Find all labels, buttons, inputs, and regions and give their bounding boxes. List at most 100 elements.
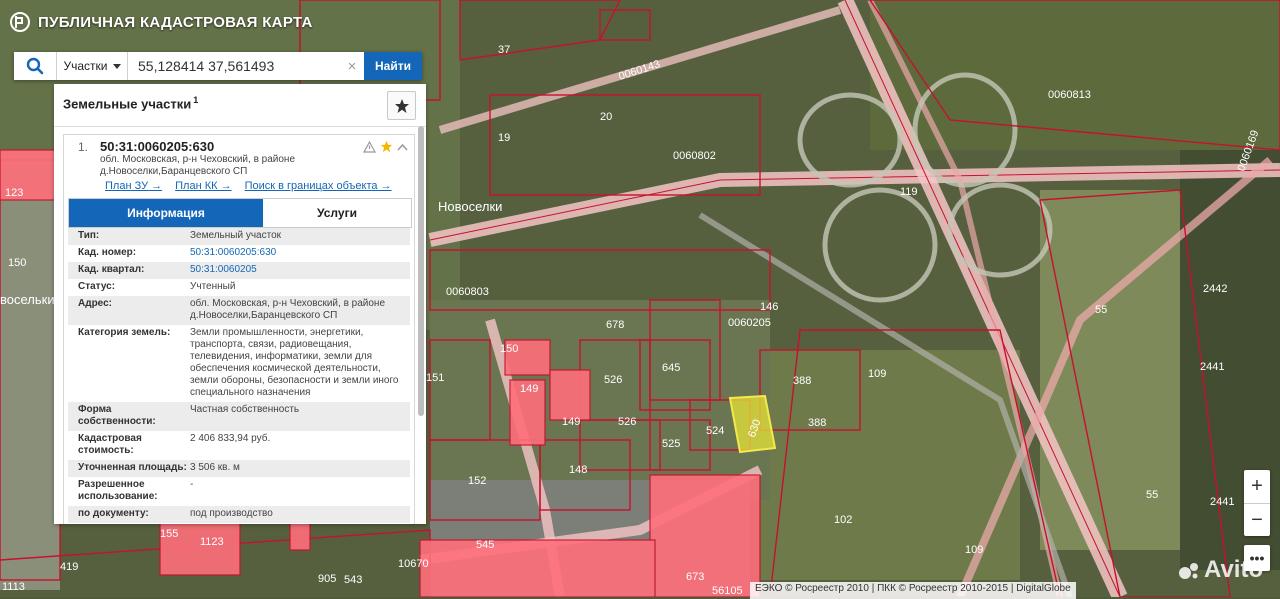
map-label-149b: 149 xyxy=(562,416,580,428)
avito-logo-icon xyxy=(1179,563,1198,579)
map-label-quarter-0060813: 0060813 xyxy=(1048,89,1091,101)
map-label-150b: 150 xyxy=(8,257,26,269)
map-label-149a: 149 xyxy=(520,383,538,395)
info-key: Тип: xyxy=(78,230,100,241)
result-tabs: Информация Услуги xyxy=(68,198,412,228)
info-row-type: Тип: Земельный участок xyxy=(68,228,410,245)
map-label-quarter-0060205: 0060205 xyxy=(728,317,771,329)
info-row-address: Адрес: обл. Московская, р-н Чеховский, в… xyxy=(68,296,410,325)
results-count: 1 xyxy=(193,95,199,105)
map-attribution: ЕЭКО © Росреестр 2010 | ПКК © Росреестр … xyxy=(750,582,1076,599)
map-label-645: 645 xyxy=(662,362,680,374)
map-label-37: 37 xyxy=(498,44,510,56)
search-icon xyxy=(26,57,44,75)
warning-icon[interactable] xyxy=(363,140,376,153)
map-label-151: 151 xyxy=(426,372,444,384)
map-label-109b: 109 xyxy=(965,544,983,556)
info-row-permitted-use: Разрешенное использование: - xyxy=(68,477,410,506)
zoom-in-button[interactable]: + xyxy=(1244,470,1270,504)
find-button[interactable]: Найти xyxy=(364,52,422,80)
map-label-quarter-0060803: 0060803 xyxy=(446,286,489,298)
panel-title: Земельные участки 1 xyxy=(63,95,198,111)
result-address: обл. Московская, р-н Чеховский, в районе… xyxy=(100,154,296,177)
clear-search-icon[interactable]: × xyxy=(340,52,364,80)
map-label-673: 673 xyxy=(686,571,704,583)
info-row-ownership: Форма собственности: Частная собственнос… xyxy=(68,402,410,431)
search-bar: Участки × Найти xyxy=(14,52,422,80)
map-label-quarter-0060802: 0060802 xyxy=(673,150,716,162)
tab-information[interactable]: Информация xyxy=(69,199,263,227)
app-header: ПУБЛИЧНАЯ КАДАСТРОВАЯ КАРТА xyxy=(10,12,313,32)
map-label-2441b: 2441 xyxy=(1210,496,1234,508)
chevron-up-icon[interactable] xyxy=(397,143,408,151)
map-label-148: 148 xyxy=(569,464,587,476)
star-icon xyxy=(394,98,409,113)
info-table: Тип: Земельный участок Кад. номер: 50:31… xyxy=(68,228,410,523)
link-search-in-bounds[interactable]: Поиск в границах объекта → xyxy=(245,180,392,192)
info-key: Разрешенное использование: xyxy=(78,479,158,502)
map-label-388a: 388 xyxy=(793,375,811,387)
tab-services[interactable]: Услуги xyxy=(263,199,411,227)
map-label-419: 419 xyxy=(60,561,78,573)
map-label-settlement: Новоселки xyxy=(438,199,502,214)
map-label-123: 123 xyxy=(5,187,23,199)
map-label-56105: 56105 xyxy=(712,585,743,597)
object-type-select[interactable]: Участки xyxy=(57,52,128,80)
object-type-value: Участки xyxy=(63,59,108,73)
info-value: - xyxy=(190,479,194,490)
favorites-button[interactable] xyxy=(387,91,416,120)
map-label-526b: 526 xyxy=(618,416,636,428)
search-button[interactable] xyxy=(14,52,57,80)
map-label-2441a: 2441 xyxy=(1200,361,1224,373)
map-label-905: 905 xyxy=(318,573,336,585)
map-label-678: 678 xyxy=(606,319,624,331)
watermark-text: Avito xyxy=(1204,556,1264,583)
map-label-settlement-left: восельки xyxy=(0,292,55,307)
info-row-land-category: Категория земель: Земли промышленности, … xyxy=(68,325,410,402)
map-label-150a: 150 xyxy=(500,343,518,355)
search-input[interactable] xyxy=(128,52,340,80)
info-row-cadastral-number: Кад. номер: 50:31:0060205:630 xyxy=(68,245,410,262)
favorite-star-icon[interactable] xyxy=(380,140,393,153)
map-label-102: 102 xyxy=(834,514,852,526)
info-value-link[interactable]: 50:31:0060205 xyxy=(190,264,410,276)
info-value: под производство xyxy=(190,508,273,519)
info-value: Земли промышленности, энергетики, трансп… xyxy=(190,327,399,398)
link-plan-kk[interactable]: План КК → xyxy=(175,180,231,192)
info-row-quarter: Кад. квартал: 50:31:0060205 xyxy=(68,262,410,279)
info-key: Уточненная площадь: xyxy=(78,462,187,473)
info-key: Форма собственности: xyxy=(78,404,156,427)
map-label-1113: 1113 xyxy=(2,581,25,593)
map-label-545: 545 xyxy=(476,539,494,551)
results-panel: Земельные участки 1 1. 50:31:0060205:630 … xyxy=(54,84,426,524)
map-label-109a: 109 xyxy=(868,368,886,380)
info-row-status: Статус: Учтенный xyxy=(68,279,410,296)
zoom-control: + − xyxy=(1244,470,1270,536)
map-label-155: 155 xyxy=(160,528,178,540)
result-cadastral-number[interactable]: 50:31:0060205:630 xyxy=(100,139,214,154)
chevron-down-icon xyxy=(112,63,121,69)
map-label-19: 19 xyxy=(498,132,510,144)
map-label-55a: 55 xyxy=(1095,304,1107,316)
info-value: Земельный участок xyxy=(190,230,282,241)
app-title: ПУБЛИЧНАЯ КАДАСТРОВАЯ КАРТА xyxy=(38,13,313,31)
map-label-152: 152 xyxy=(468,475,486,487)
map-label-10670: 10670 xyxy=(398,558,429,570)
map-label-20: 20 xyxy=(600,111,612,123)
info-value-link[interactable]: 50:31:0060205:630 xyxy=(190,247,410,259)
info-value: Частная собственность xyxy=(190,404,300,415)
info-key: Адрес: xyxy=(78,298,112,309)
map-label-388b: 388 xyxy=(808,417,826,429)
link-plan-zu[interactable]: План ЗУ → xyxy=(105,180,162,192)
info-key: Статус: xyxy=(78,281,116,292)
map-label-119: 119 xyxy=(900,186,918,198)
result-links: План ЗУ → План КК → Поиск в границах объ… xyxy=(105,180,392,192)
map-label-525: 525 xyxy=(662,438,680,450)
info-row-area: Уточненная площадь: 3 506 кв. м xyxy=(68,460,410,477)
result-index: 1. xyxy=(78,140,89,154)
result-actions xyxy=(363,140,408,153)
panel-title-text: Земельные участки xyxy=(63,96,192,112)
panel-scrollbar[interactable] xyxy=(418,126,424,416)
info-key: Кад. квартал: xyxy=(78,264,145,275)
zoom-out-button[interactable]: − xyxy=(1244,504,1270,537)
